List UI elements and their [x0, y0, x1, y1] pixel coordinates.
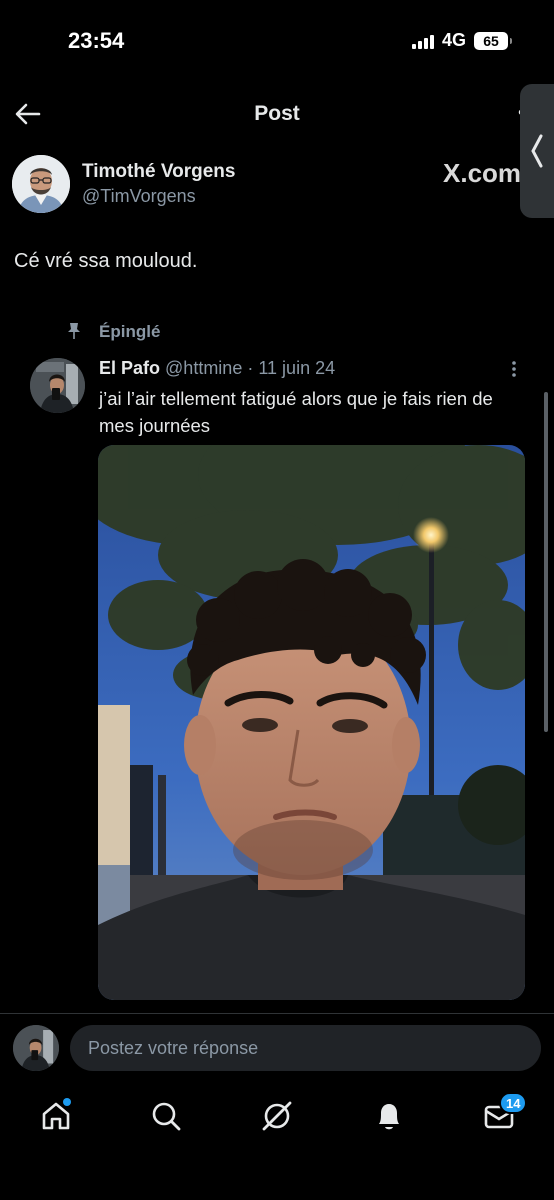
quoted-media-photo[interactable]	[98, 445, 525, 1000]
scrollbar[interactable]	[544, 392, 548, 732]
pin-icon	[68, 323, 80, 339]
selfie-photo	[98, 445, 525, 1000]
messages-badge: 14	[499, 1092, 528, 1114]
pinned-label: Épinglé	[99, 322, 161, 341]
reply-input[interactable]	[70, 1025, 541, 1071]
author-name[interactable]: Timothé Vorgens	[82, 161, 235, 183]
search-icon	[152, 1102, 181, 1131]
quoted-handle[interactable]: @httmine	[165, 358, 242, 378]
grok-icon	[262, 1101, 292, 1131]
quoted-meta: El Pafo @httmine · 11 juin 24	[99, 358, 335, 379]
my-avatar[interactable]	[13, 1025, 59, 1071]
home-notification-dot	[63, 1098, 71, 1106]
chevron-left-icon	[531, 134, 543, 168]
side-panel-handle[interactable]	[520, 84, 554, 218]
network-type: 4G	[441, 30, 466, 50]
quoted-text: j’ai l’air tellement fatigué alors que j…	[99, 388, 493, 436]
more-vertical-icon[interactable]	[511, 360, 517, 378]
author-avatar[interactable]	[12, 155, 70, 213]
quoted-name[interactable]: El Pafo	[99, 358, 160, 378]
page-title: Post	[254, 102, 300, 125]
nav-messages[interactable]: 14	[481, 1092, 528, 1134]
avatar-image	[12, 155, 70, 213]
x-watermark: X.com	[443, 158, 522, 188]
battery-indicator: 65	[474, 31, 512, 50]
post-text: Cé vré ssa mouloud.	[14, 250, 198, 272]
nav-grok[interactable]	[259, 1098, 295, 1134]
author-handle[interactable]: @TimVorgens	[82, 186, 196, 207]
meta-separator: ·	[247, 358, 254, 378]
nav-search[interactable]	[148, 1098, 184, 1134]
quoted-date[interactable]: 11 juin 24	[258, 358, 335, 378]
status-indicators: 4G 65	[411, 30, 512, 51]
notifications-icon	[379, 1104, 399, 1130]
quoted-avatar[interactable]	[30, 358, 85, 413]
avatar-image	[13, 1025, 59, 1071]
nav-notifications[interactable]	[371, 1098, 407, 1134]
divider	[0, 1013, 554, 1014]
avatar-image	[30, 358, 85, 413]
status-time: 23:54	[68, 28, 125, 53]
signal-icon	[411, 33, 434, 49]
nav-home[interactable]	[38, 1098, 74, 1134]
